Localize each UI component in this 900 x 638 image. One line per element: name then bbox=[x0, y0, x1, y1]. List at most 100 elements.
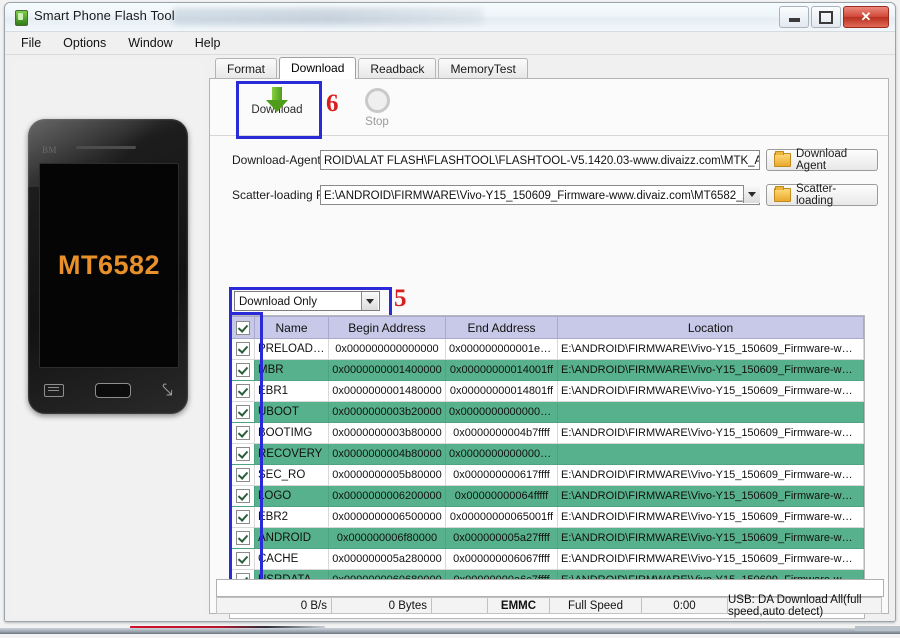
row-checkbox[interactable] bbox=[235, 447, 250, 461]
row-checkbox[interactable] bbox=[235, 384, 250, 398]
stop-button[interactable]: Stop bbox=[340, 83, 414, 133]
table-row[interactable]: EBR1 0x0000000001480000 0x00000000014801ff… bbox=[230, 380, 864, 402]
table-row[interactable]: ANDROID 0x000000006f80000 0x000000005a27ff… bbox=[230, 527, 864, 549]
scatter-loading-input[interactable]: E:\ANDROID\FIRMWARE\Vivo-Y15_150609_Firm… bbox=[320, 185, 760, 205]
download-agent-input[interactable]: ROID\ALAT FLASH\FLASHTOOL\FLASHTOOL-V5.1… bbox=[320, 150, 760, 170]
row-checkbox[interactable] bbox=[235, 342, 250, 356]
table-row[interactable]: BOOTIMG 0x0000000003b80000 0x0000000004b7f… bbox=[230, 422, 864, 444]
begin-address: 0x0000000006200000 bbox=[328, 485, 446, 507]
row-checkbox-cell[interactable] bbox=[230, 422, 255, 444]
status-connection: USB: DA Download All(full speed,auto det… bbox=[728, 594, 882, 618]
row-checkbox-cell[interactable] bbox=[230, 443, 255, 465]
tab-memorytest[interactable]: MemoryTest bbox=[438, 58, 528, 79]
row-checkbox-cell[interactable] bbox=[230, 527, 255, 549]
row-checkbox[interactable] bbox=[235, 405, 250, 419]
row-checkbox[interactable] bbox=[235, 552, 250, 566]
menu-item-options[interactable]: Options bbox=[53, 33, 116, 53]
download-agent-browse-button[interactable]: Download Agent bbox=[766, 148, 878, 172]
chipset-label: MT6582 bbox=[57, 250, 161, 280]
table-row[interactable]: PRELOADER 0x000000000000000 0x000000000001… bbox=[230, 338, 864, 360]
end-address: 0x0000000004b7ffff bbox=[445, 422, 558, 444]
row-checkbox-cell[interactable] bbox=[230, 506, 255, 528]
download-agent-button-label: Download Agent bbox=[796, 148, 848, 172]
device-brand-label: BM bbox=[42, 145, 58, 155]
table-row[interactable]: SEC_RO 0x0000000005b80000 0x000000000617ff… bbox=[230, 464, 864, 486]
menu-item-help[interactable]: Help bbox=[185, 33, 231, 53]
minimize-icon bbox=[788, 18, 800, 22]
location-path: E:\ANDROID\FIRMWARE\Vivo-Y15_150609_Firm… bbox=[557, 422, 864, 444]
location-path bbox=[557, 401, 864, 423]
row-checkbox-cell[interactable] bbox=[230, 380, 255, 402]
tab-bar: Format Download Readback MemoryTest bbox=[209, 57, 889, 79]
begin-address: 0x0000000001400000 bbox=[328, 359, 446, 381]
location-path: E:\ANDROID\FIRMWARE\Vivo-Y15_150609_Firm… bbox=[557, 380, 864, 402]
location-path: E:\ANDROID\FIRMWARE\Vivo-Y15_150609_Firm… bbox=[557, 506, 864, 528]
close-icon: ✕ bbox=[860, 9, 872, 24]
close-button[interactable]: ✕ bbox=[843, 6, 889, 28]
download-mode-select[interactable]: Download Only bbox=[234, 291, 380, 311]
table-row[interactable]: LOGO 0x0000000006200000 0x00000000064fffff… bbox=[230, 485, 864, 507]
table-row[interactable]: EBR2 0x0000000006500000 0x00000000065001ff… bbox=[230, 506, 864, 528]
table-row[interactable]: CACHE 0x000000005a280000 0x000000006067fff… bbox=[230, 548, 864, 570]
header-select-all[interactable] bbox=[230, 316, 255, 339]
header-location[interactable]: Location bbox=[557, 316, 864, 339]
annotation-number-5: 5 bbox=[394, 285, 407, 312]
phone-screen: MT6582 bbox=[39, 163, 179, 368]
table-row[interactable]: RECOVERY 0x0000000004b80000 0x000000000000… bbox=[230, 443, 864, 465]
begin-address: 0x000000000000000 bbox=[328, 338, 446, 360]
select-all-checkbox[interactable] bbox=[235, 320, 250, 335]
status-speed: 0 B/s bbox=[216, 597, 332, 614]
header-end-address[interactable]: End Address bbox=[445, 316, 558, 339]
row-checkbox-cell[interactable] bbox=[230, 485, 255, 507]
menu-item-window[interactable]: Window bbox=[118, 33, 182, 53]
phone-speaker bbox=[76, 146, 136, 149]
end-address: 0x000000005a27ffff bbox=[445, 527, 558, 549]
download-agent-label: Download-Agent bbox=[232, 153, 321, 167]
row-checkbox-cell[interactable] bbox=[230, 338, 255, 360]
minimize-button[interactable] bbox=[779, 6, 809, 28]
scatter-loading-browse-button[interactable]: Scatter-loading bbox=[766, 183, 878, 207]
partition-table[interactable]: Name Begin Address End Address Location … bbox=[229, 315, 865, 619]
header-begin-address[interactable]: Begin Address bbox=[328, 316, 446, 339]
status-blank bbox=[432, 597, 488, 614]
partition-table-body: PRELOADER 0x000000000000000 0x000000000001… bbox=[230, 338, 864, 591]
table-header-row: Name Begin Address End Address Location bbox=[230, 316, 864, 339]
download-panel: Format Download Readback MemoryTest Down… bbox=[209, 57, 889, 619]
table-row[interactable]: UBOOT 0x0000000003b20000 0x000000000000000… bbox=[230, 401, 864, 423]
partition-name: EBR2 bbox=[254, 506, 329, 528]
maximize-icon bbox=[819, 10, 833, 24]
row-checkbox-cell[interactable] bbox=[230, 464, 255, 486]
chevron-down-icon[interactable] bbox=[361, 292, 378, 310]
header-name[interactable]: Name bbox=[254, 316, 329, 339]
row-checkbox[interactable] bbox=[235, 510, 250, 524]
tab-format[interactable]: Format bbox=[215, 58, 278, 79]
row-checkbox[interactable] bbox=[235, 468, 250, 482]
home-button-icon bbox=[94, 382, 131, 398]
maximize-button[interactable] bbox=[811, 6, 841, 28]
row-checkbox-cell[interactable] bbox=[230, 359, 255, 381]
table-row[interactable]: MBR 0x0000000001400000 0x00000000014001ff E… bbox=[230, 359, 864, 381]
partition-name: UBOOT bbox=[254, 401, 329, 423]
row-checkbox[interactable] bbox=[235, 531, 250, 545]
action-toolbar: Download Stop 6 bbox=[210, 79, 888, 139]
menu-item-file[interactable]: File bbox=[11, 33, 51, 53]
scatter-loading-button-label: Scatter-loading bbox=[796, 183, 837, 207]
begin-address: 0x0000000006500000 bbox=[328, 506, 446, 528]
scatter-loading-dropdown-arrow[interactable] bbox=[743, 185, 760, 203]
row-checkbox-cell[interactable] bbox=[230, 548, 255, 570]
scatter-loading-row: Scatter-loading File E:\ANDROID\FIRMWARE… bbox=[210, 183, 888, 213]
row-checkbox-cell[interactable] bbox=[230, 401, 255, 423]
download-button[interactable]: Download bbox=[240, 83, 314, 133]
annotation-number-6: 6 bbox=[326, 90, 339, 117]
row-checkbox[interactable] bbox=[235, 363, 250, 377]
download-mode-value: Download Only bbox=[239, 296, 317, 308]
row-checkbox[interactable] bbox=[235, 489, 250, 503]
download-tab-panel: Download Stop 6 Download-Agent ROID\ALAT… bbox=[209, 78, 889, 619]
title-bar[interactable]: Smart Phone Flash Tool ✕ bbox=[5, 3, 895, 32]
row-checkbox[interactable] bbox=[235, 426, 250, 440]
status-bytes: 0 Bytes bbox=[332, 597, 432, 614]
window-content: BM MT6582 ⤦ Format Download Readback Mem… bbox=[5, 55, 895, 621]
tab-download[interactable]: Download bbox=[279, 57, 357, 79]
end-address: 0x00000000014001ff bbox=[445, 359, 558, 381]
tab-readback[interactable]: Readback bbox=[358, 58, 437, 79]
